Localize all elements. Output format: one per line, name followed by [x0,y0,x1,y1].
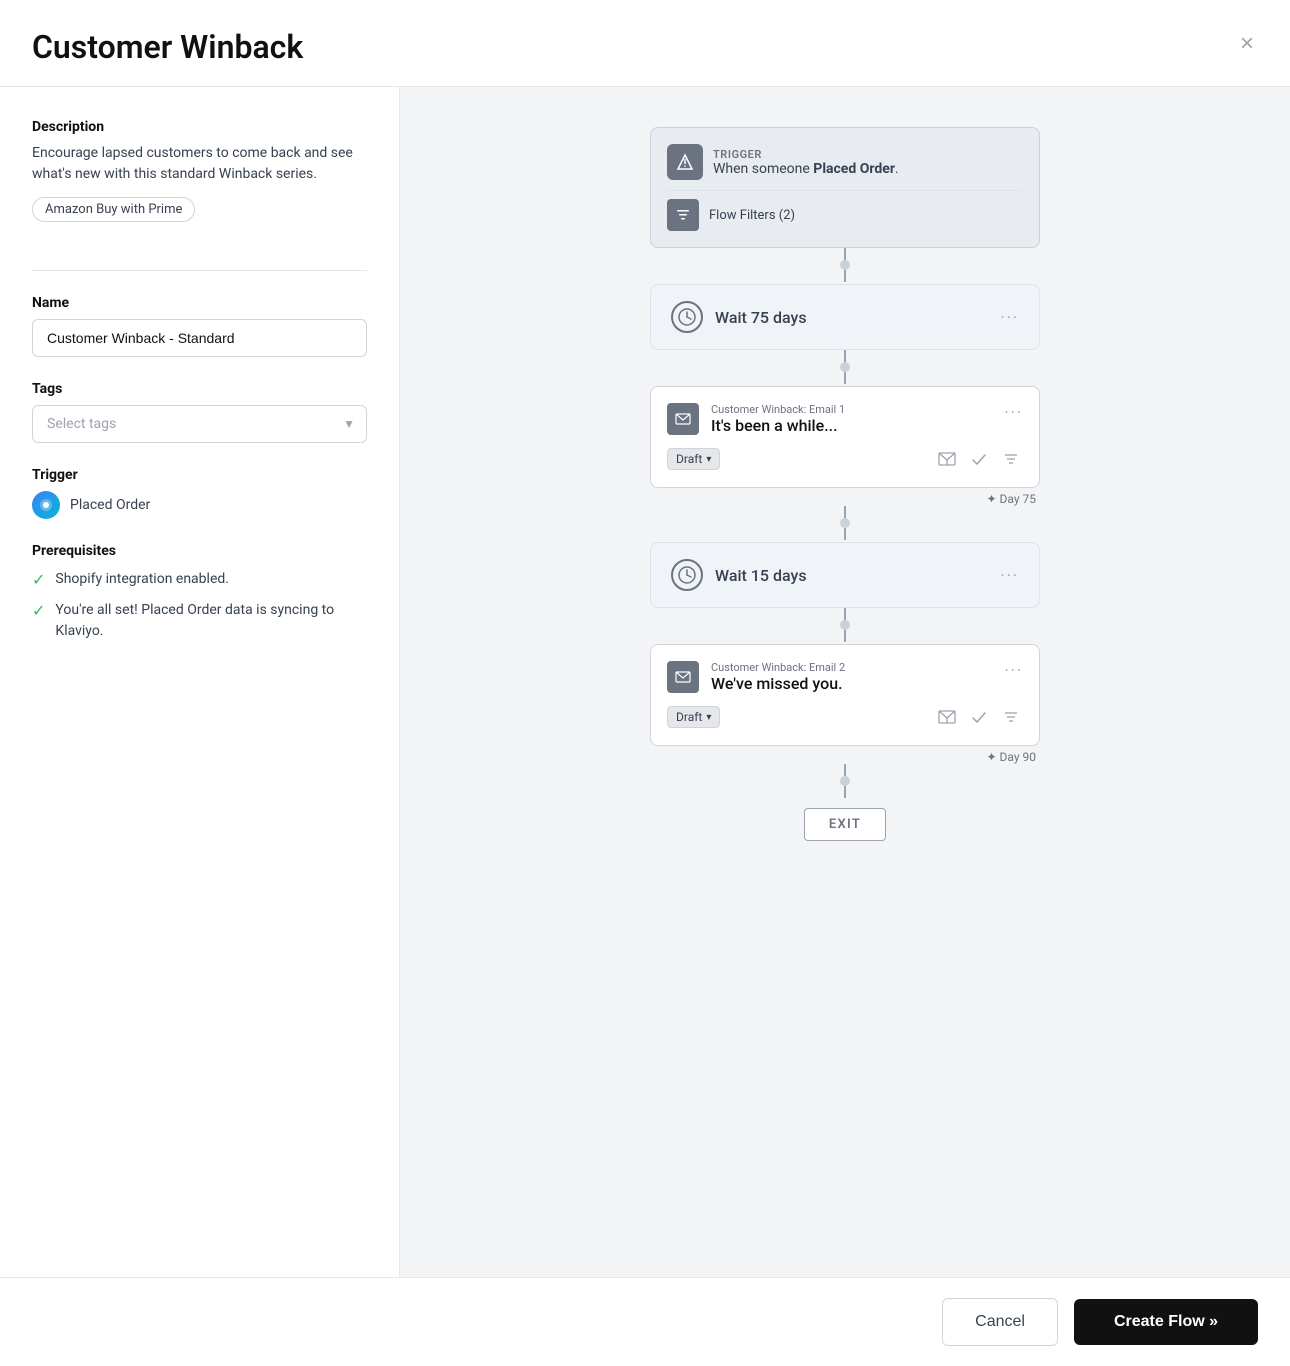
email-label-1: Customer Winback: Email 1 [711,403,845,416]
prerequisites-section: Prerequisites ✓ Shopify integration enab… [32,543,367,642]
modal-body: Description Encourage lapsed customers t… [0,87,1290,1277]
email-icon-1 [667,403,699,435]
check-icon-2: ✓ [32,601,45,620]
filter-row: Flow Filters (2) [667,190,1023,231]
left-panel: Description Encourage lapsed customers t… [0,87,400,1277]
email-info-2: Customer Winback: Email 2 We've missed y… [711,661,845,693]
wait-menu-1[interactable]: ··· [1000,308,1019,327]
name-label: Name [32,295,367,311]
description-section: Description Encourage lapsed customers t… [32,119,367,246]
email-label-2: Customer Winback: Email 2 [711,661,845,674]
draft-chevron-1: ▾ [706,454,711,465]
divider-1 [32,270,367,271]
connector-2 [840,350,850,386]
wait-left-2: Wait 15 days [671,559,807,591]
check-icon-1: ✓ [32,570,45,589]
email-check-icon-1[interactable] [967,447,991,471]
draft-badge-2[interactable]: Draft ▾ [667,706,720,728]
email-preview-icon-2[interactable] [935,705,959,729]
close-button[interactable]: × [1236,28,1258,60]
email-footer-1: Draft ▾ [667,447,1023,471]
email-subject-2: We've missed you. [711,674,845,693]
trigger-bold: Placed Order [813,161,895,177]
email-header-2: Customer Winback: Email 2 We've missed y… [667,661,1023,693]
email-header-left-2: Customer Winback: Email 2 We've missed y… [667,661,845,693]
email-actions-1 [935,447,1023,471]
connector-5 [840,764,850,800]
tags-section: Tags Select tags ▼ [32,381,367,443]
clock-icon-1 [671,301,703,333]
trigger-icon-box [667,144,703,180]
email-actions-2 [935,705,1023,729]
draft-label-2: Draft [676,710,702,724]
prerequisites-label: Prerequisites [32,543,367,559]
wait-text-1: Wait 75 days [715,308,807,327]
wait-card-2: Wait 15 days ··· [650,542,1040,608]
draft-badge-1[interactable]: Draft ▾ [667,448,720,470]
email-preview-icon-1[interactable] [935,447,959,471]
day-label-2: ✦ Day 90 [650,750,1040,764]
email-subject-1: It's been a while... [711,416,845,435]
name-input[interactable] [32,319,367,357]
wait-card-1: Wait 75 days ··· [650,284,1040,350]
email-header-1: Customer Winback: Email 1 It's been a wh… [667,403,1023,435]
wait-text-2: Wait 15 days [715,566,807,585]
name-section: Name [32,295,367,357]
tags-placeholder: Select tags [47,416,116,432]
wait-left-1: Wait 75 days [671,301,807,333]
trigger-value: Placed Order [70,497,150,513]
amazon-badge: Amazon Buy with Prime [32,197,195,222]
trigger-prefix: When someone [713,161,813,177]
email-info-1: Customer Winback: Email 1 It's been a wh… [711,403,845,435]
prereq-text-1: Shopify integration enabled. [55,569,229,590]
trigger-label: Trigger [32,467,367,483]
modal: Customer Winback × Description Encourage… [0,0,1290,1366]
email-check-icon-2[interactable] [967,705,991,729]
email-icon-2 [667,661,699,693]
wait-menu-2[interactable]: ··· [1000,566,1019,585]
create-flow-button[interactable]: Create Flow » [1074,1299,1258,1345]
draft-chevron-2: ▾ [706,712,711,723]
tags-select-wrapper: Select tags ▼ [32,405,367,443]
description-label: Description [32,119,367,135]
modal-footer: Cancel Create Flow » [0,1277,1290,1366]
connector-3 [840,506,850,542]
placed-order-icon [32,491,60,519]
email-menu-2[interactable]: ··· [1004,661,1023,680]
prereq-item-1: ✓ Shopify integration enabled. [32,569,367,590]
tags-select[interactable]: Select tags [32,405,367,443]
trigger-header: Trigger When someone Placed Order. [667,144,1023,180]
description-text: Encourage lapsed customers to come back … [32,143,367,185]
prereq-text-2: You're all set! Placed Order data is syn… [55,600,367,642]
draft-label-1: Draft [676,452,702,466]
filter-icon-box [667,199,699,231]
right-panel: Trigger When someone Placed Order. [400,87,1290,1277]
modal-title: Customer Winback [32,28,303,66]
trigger-card-value: When someone Placed Order. [713,161,899,177]
cancel-button[interactable]: Cancel [942,1298,1058,1346]
tags-label: Tags [32,381,367,397]
trigger-suffix: . [895,161,899,177]
email-card-2: Customer Winback: Email 2 We've missed y… [650,644,1040,746]
exit-box: EXIT [804,808,886,841]
prereq-item-2: ✓ You're all set! Placed Order data is s… [32,600,367,642]
email-filter-icon-1[interactable] [999,447,1023,471]
trigger-card: Trigger When someone Placed Order. [650,127,1040,248]
clock-icon-2 [671,559,703,591]
trigger-info: Trigger When someone Placed Order. [713,148,899,177]
email-card-1: Customer Winback: Email 1 It's been a wh… [650,386,1040,488]
email-footer-2: Draft ▾ [667,705,1023,729]
filter-text: Flow Filters (2) [709,208,795,223]
connector-4 [840,608,850,644]
day-label-1: ✦ Day 75 [650,492,1040,506]
email-filter-icon-2[interactable] [999,705,1023,729]
modal-header: Customer Winback × [0,0,1290,87]
email-header-left-1: Customer Winback: Email 1 It's been a wh… [667,403,845,435]
trigger-card-label: Trigger [713,148,899,161]
flow-diagram: Trigger When someone Placed Order. [635,127,1055,841]
email-menu-1[interactable]: ··· [1004,403,1023,422]
trigger-item: Placed Order [32,491,367,519]
connector-1 [840,248,850,284]
trigger-section: Trigger Placed Order [32,467,367,519]
